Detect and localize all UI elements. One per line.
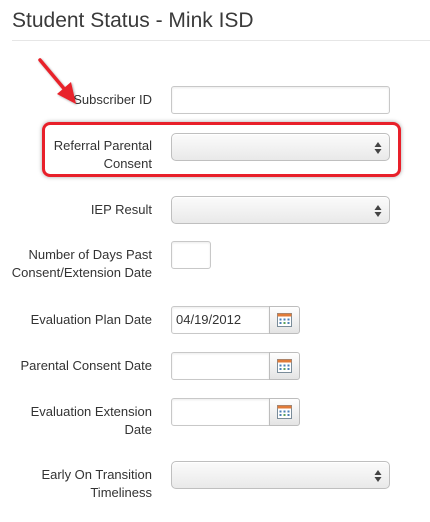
calendar-icon bbox=[277, 405, 292, 419]
calendar-icon bbox=[277, 359, 292, 373]
page-title: Student Status - Mink ISD bbox=[12, 9, 254, 32]
updown-arrows-icon bbox=[374, 470, 382, 482]
iep-result-label: IEP Result bbox=[90, 202, 152, 217]
red-arrow-icon bbox=[38, 58, 76, 104]
calendar-icon bbox=[277, 313, 292, 327]
parental-consent-date-calendar-button[interactable] bbox=[269, 352, 300, 380]
days-past-consent-label: Number of Days Past Consent/Extension Da… bbox=[11, 247, 152, 280]
highlight-box bbox=[42, 122, 401, 177]
days-past-consent-input[interactable] bbox=[171, 241, 211, 269]
evaluation-extension-date-input[interactable] bbox=[171, 398, 270, 426]
evaluation-extension-date-calendar-button[interactable] bbox=[269, 398, 300, 426]
iep-result-select[interactable] bbox=[171, 196, 390, 224]
early-on-transition-timeliness-select[interactable] bbox=[171, 461, 390, 489]
updown-arrows-icon bbox=[374, 205, 382, 217]
evaluation-extension-date-label: Evaluation Extension Date bbox=[30, 404, 152, 437]
parental-consent-date-label: Parental Consent Date bbox=[20, 358, 152, 373]
subscriber-id-input[interactable] bbox=[171, 86, 390, 114]
evaluation-plan-date-calendar-button[interactable] bbox=[269, 306, 300, 334]
parental-consent-date-input[interactable] bbox=[171, 352, 270, 380]
title-divider bbox=[12, 40, 430, 41]
early-on-transition-timeliness-label: Early On Transition Timeliness bbox=[41, 467, 152, 500]
evaluation-plan-date-label: Evaluation Plan Date bbox=[30, 312, 152, 327]
evaluation-plan-date-input[interactable]: 04/19/2012 bbox=[171, 306, 270, 334]
